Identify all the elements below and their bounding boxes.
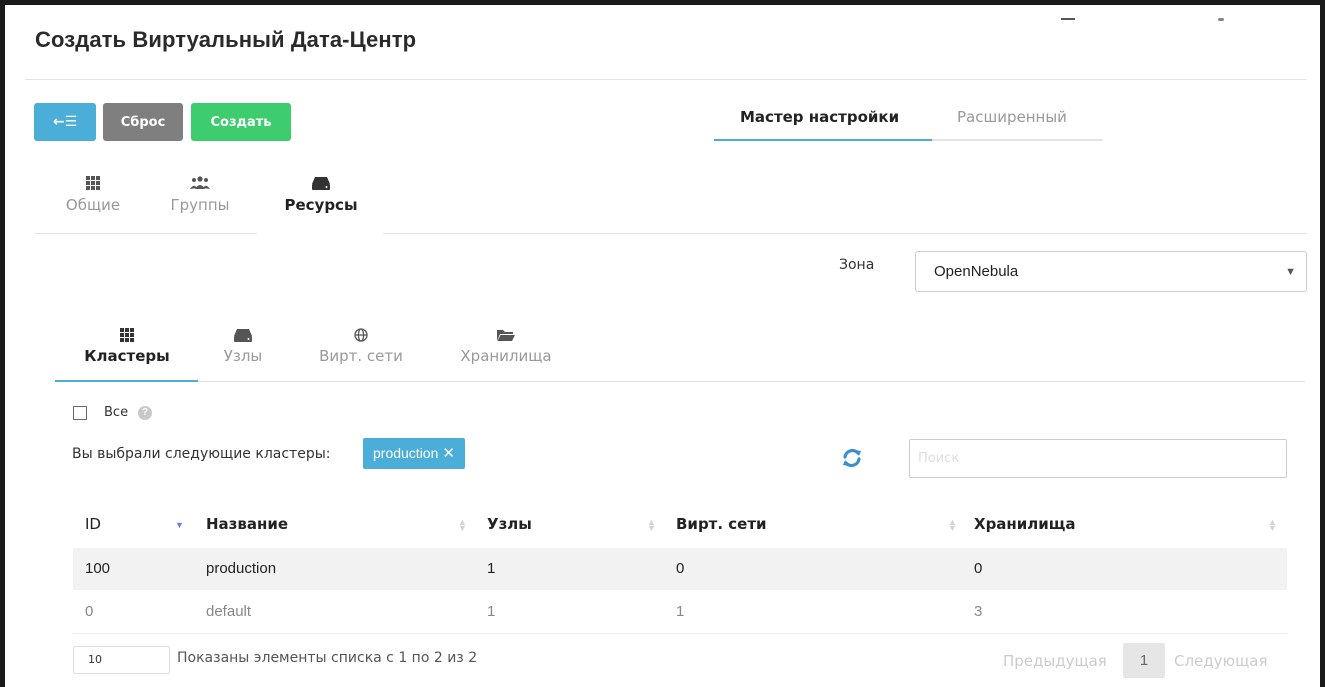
server-icon bbox=[217, 327, 269, 343]
table-divider bbox=[73, 633, 1287, 634]
tab-general-label: Общие bbox=[65, 196, 121, 214]
sort-icon[interactable]: ▲ ▼ bbox=[458, 518, 467, 533]
tab-clusters[interactable]: Кластеры bbox=[77, 327, 177, 365]
wizard-tab-active-gap bbox=[257, 231, 383, 235]
sort-desc-icon[interactable]: ▼ bbox=[175, 521, 184, 530]
page-size-value: 10 bbox=[88, 653, 102, 666]
column-header-name[interactable]: Название bbox=[206, 515, 288, 533]
tab-resources-label: Ресурсы bbox=[284, 196, 358, 214]
resource-tab-active-indicator bbox=[55, 380, 198, 382]
cell-id: 0 bbox=[85, 603, 94, 620]
selected-cluster-tag-label: production bbox=[373, 445, 439, 461]
tab-wizard[interactable]: Мастер настройки bbox=[740, 108, 899, 126]
zone-label: Зона bbox=[839, 257, 875, 273]
folder-icon bbox=[453, 327, 559, 343]
resource-tabs-underline bbox=[55, 381, 1305, 382]
cell-datastores: 0 bbox=[974, 560, 983, 577]
tab-datastores-label: Хранилища bbox=[460, 347, 552, 365]
chevron-down-icon: ▼ bbox=[1285, 266, 1296, 278]
column-header-hosts[interactable]: Узлы bbox=[487, 515, 532, 533]
remove-tag-icon[interactable]: ✕ bbox=[442, 445, 455, 462]
cell-vnets: 0 bbox=[676, 560, 685, 577]
next-page-button[interactable]: Следующая bbox=[1174, 652, 1268, 670]
previous-page-button[interactable]: Предыдущая bbox=[1003, 652, 1107, 670]
cell-name: default bbox=[206, 603, 252, 620]
cell-id: 100 bbox=[85, 560, 111, 577]
tab-advanced[interactable]: Расширенный bbox=[957, 108, 1067, 126]
tab-hosts-label: Узлы bbox=[223, 347, 263, 365]
tab-clusters-label: Кластеры bbox=[84, 347, 170, 365]
reset-button[interactable]: Сброс bbox=[103, 103, 183, 141]
minimize-icon[interactable] bbox=[1061, 18, 1075, 20]
divider bbox=[25, 79, 1307, 80]
table-row[interactable]: 100 production 1 0 0 bbox=[73, 548, 1287, 590]
tab-groups[interactable]: Группы bbox=[167, 175, 233, 214]
column-header-id[interactable]: ID bbox=[85, 515, 101, 533]
sort-icon[interactable]: ▲ ▼ bbox=[647, 518, 656, 533]
cell-datastores: 3 bbox=[974, 603, 983, 620]
cell-vnets: 1 bbox=[676, 603, 685, 620]
tab-resources[interactable]: Ресурсы bbox=[281, 175, 361, 214]
help-icon[interactable]: ? bbox=[138, 406, 152, 420]
globe-icon bbox=[315, 327, 407, 343]
tab-vnets-label: Вирт. сети bbox=[319, 347, 403, 365]
page-size-select[interactable]: 10 bbox=[73, 646, 170, 674]
zone-select[interactable]: OpenNebula ▼ bbox=[915, 251, 1307, 292]
zone-select-value: OpenNebula bbox=[934, 263, 1019, 280]
sort-icon[interactable]: ▲ ▼ bbox=[948, 518, 957, 533]
users-icon bbox=[167, 175, 233, 191]
cell-name: production bbox=[206, 560, 277, 577]
grid-icon bbox=[77, 327, 177, 343]
select-all-label: Все bbox=[104, 405, 129, 420]
page-title: Создать Виртуальный Дата-Центр bbox=[35, 27, 417, 52]
refresh-icon[interactable] bbox=[840, 446, 864, 470]
selection-text: Вы выбрали следующие кластеры: bbox=[72, 446, 331, 462]
column-header-vnets[interactable]: Вирт. сети bbox=[676, 515, 767, 533]
table-info: Показаны элементы списка с 1 по 2 из 2 bbox=[177, 650, 478, 666]
window-control-icon[interactable] bbox=[1218, 18, 1224, 21]
selected-cluster-tag: production ✕ bbox=[363, 438, 465, 469]
current-page-button[interactable]: 1 bbox=[1123, 643, 1165, 678]
tab-vnets[interactable]: Вирт. сети bbox=[315, 327, 407, 365]
server-icon bbox=[281, 175, 361, 191]
app-window: Создать Виртуальный Дата-Центр ←☰ Сброс … bbox=[0, 0, 1325, 687]
tab-general[interactable]: Общие bbox=[65, 175, 121, 214]
search-input[interactable] bbox=[909, 439, 1287, 478]
tab-datastores[interactable]: Хранилища bbox=[453, 327, 559, 365]
back-button[interactable]: ←☰ bbox=[34, 103, 96, 141]
cell-hosts: 1 bbox=[487, 560, 496, 577]
mode-tab-active-indicator bbox=[714, 139, 932, 141]
wizard-tabs-underline bbox=[35, 233, 1307, 234]
create-button[interactable]: Создать bbox=[191, 103, 291, 141]
table-row[interactable]: 0 default 1 1 3 bbox=[73, 591, 1287, 633]
grid-icon bbox=[65, 175, 121, 191]
tab-groups-label: Группы bbox=[170, 196, 230, 214]
select-all-checkbox[interactable] bbox=[73, 406, 87, 420]
column-header-datastores[interactable]: Хранилища bbox=[974, 515, 1076, 533]
sort-icon[interactable]: ▲ ▼ bbox=[1268, 518, 1277, 533]
cell-hosts: 1 bbox=[487, 603, 496, 620]
tab-hosts[interactable]: Узлы bbox=[217, 327, 269, 365]
